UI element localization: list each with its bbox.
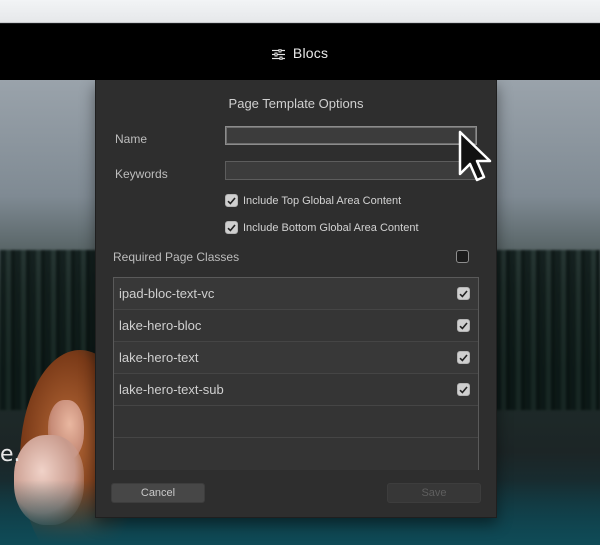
required-page-classes-checkbox[interactable]: [456, 250, 469, 263]
page-template-options-dialog: Page Template Options Name Keywords Incl…: [95, 80, 497, 518]
include-top-label: Include Top Global Area Content: [243, 194, 402, 207]
class-name: ipad-bloc-text-vc: [119, 286, 215, 301]
checkmark-icon: [227, 196, 236, 205]
cancel-button[interactable]: Cancel: [111, 483, 205, 503]
window-title-text: Blocs: [292, 45, 329, 61]
list-item[interactable]: lake-hero-text: [114, 342, 478, 374]
page-classes-list: ipad-bloc-text-vc lake-hero-bloc lake-he…: [113, 277, 479, 470]
include-top-checkbox[interactable]: [225, 194, 238, 207]
dialog-heading: Page Template Options: [228, 96, 364, 111]
hero-edge-text: e.: [0, 442, 21, 467]
app-title-bar: Blocs: [0, 24, 600, 80]
list-item[interactable]: lake-hero-text-sub: [114, 374, 478, 406]
class-checkbox[interactable]: [457, 287, 470, 300]
top-toolbar-strip: [0, 0, 600, 23]
window-title: Blocs: [0, 45, 600, 61]
list-item[interactable]: ipad-bloc-text-vc: [114, 278, 478, 310]
checkmark-icon: [459, 321, 468, 330]
keywords-label: Keywords: [115, 167, 168, 181]
name-label: Name: [115, 132, 148, 146]
save-button[interactable]: Save: [387, 483, 481, 503]
mouse-pointer-icon: [458, 130, 492, 182]
empty-list-row: [114, 438, 478, 470]
include-top-global-area-option[interactable]: Include Top Global Area Content: [225, 194, 401, 207]
checkmark-icon: [459, 385, 468, 394]
keywords-field[interactable]: [225, 161, 477, 180]
include-bottom-label: Include Bottom Global Area Content: [243, 221, 419, 234]
include-bottom-global-area-option[interactable]: Include Bottom Global Area Content: [225, 221, 419, 234]
empty-list-row: [114, 406, 478, 438]
class-name: lake-hero-text: [119, 350, 199, 365]
checkmark-icon: [227, 223, 236, 232]
class-checkbox[interactable]: [457, 351, 470, 364]
checkmark-icon: [459, 289, 468, 298]
name-field[interactable]: [225, 126, 477, 145]
class-checkbox[interactable]: [457, 383, 470, 396]
sliders-icon: [271, 48, 285, 61]
required-page-classes-label: Required Page Classes: [113, 250, 240, 264]
class-checkbox[interactable]: [457, 319, 470, 332]
include-bottom-checkbox[interactable]: [225, 221, 238, 234]
class-name: lake-hero-bloc: [119, 318, 202, 333]
checkmark-icon: [459, 353, 468, 362]
list-item[interactable]: lake-hero-bloc: [114, 310, 478, 342]
class-name: lake-hero-text-sub: [119, 382, 224, 397]
